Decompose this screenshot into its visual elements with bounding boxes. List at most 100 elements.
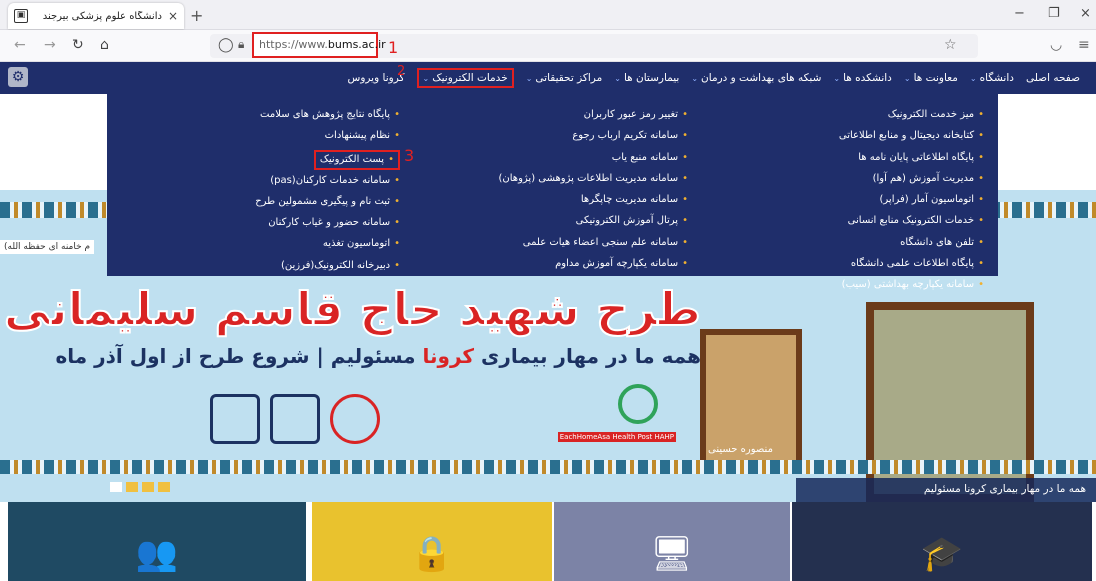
dropdown-item[interactable]: سامانه یکپارچه آموزش مداوم [499,253,689,274]
dropdown-item[interactable]: سامانه منبع یاب [499,147,689,168]
annotation-label-1: 1 [388,38,399,57]
site-menu-item-label: صفحه اصلی [1025,72,1080,84]
health-logo-text: EachHomeAsa Health Post HAHP [557,432,676,442]
portrait-caption: منصوره حسینی [708,444,773,455]
dropdown-item[interactable]: سامانه حضور و غیاب کارکنان [255,212,400,233]
dropdown-item[interactable]: سامانه مدیریت چاپگرها [499,189,689,210]
site-menu-item-label: معاونت ها [913,72,958,84]
dropdown-item[interactable]: مدیریت آموزش (هم آوا) [839,168,984,189]
site-favicon-icon: ▣ [14,9,28,23]
dropdown-item[interactable]: میز خدمت الکترونیک [839,104,984,125]
site-menu-item-label: مراکز تحقیقاتی [535,72,603,84]
dropdown-item[interactable]: سامانه علم سنجی اعضاء هیات علمی [499,232,689,253]
reload-icon[interactable]: ↻ [72,37,84,53]
close-window-button[interactable]: × [1080,6,1091,21]
annotation-label-3: 3 [404,146,415,165]
dropdown-item[interactable]: خدمات الکترونیک منابع انسانی [839,210,984,231]
dropdown-item[interactable]: ثبت نام و پیگیری مشمولین طرح [255,191,400,212]
dropdown-item[interactable]: تلفن های دانشگاه [839,232,984,253]
slider-dot[interactable] [158,482,170,492]
shield-icon[interactable]: ◯ [218,37,234,53]
chevron-down-icon: ⌄ [525,74,533,83]
browser-nav-bar: ← → ↻ ⌂ ◯ 🔒︎ https://www.bums.ac.ir ☆ ◡ … [0,30,1096,62]
hero-subtitle: همه ما در مهار بیماری کرونا مسئولیم | شر… [55,344,701,368]
site-menu-item-2[interactable]: معاونت ها⌄ [904,72,958,84]
dropdown-item[interactable]: پایگاه اطلاعاتی پایان نامه ها [839,147,984,168]
dropdown-column-middle: تغییر رمز عبور کاربرانسامانه تکریم ارباب… [499,104,689,274]
dropdown-item[interactable]: سامانه یکپارچه بهداشتی (سیب) [839,274,984,295]
emblem-icon [210,394,260,444]
users-icon: 👥 [135,534,179,574]
dropdown-item[interactable]: نظام پیشنهادات [255,125,400,146]
dropdown-item[interactable]: پرتال آموزش الکترونیکی [499,210,689,231]
site-menu-item-label: خدمات الکترونیک [432,72,508,84]
site-menu-item-3[interactable]: دانشکده ها⌄ [833,72,891,84]
dropdown-item[interactable]: کتابخانه دیجیتال و منابع اطلاعاتی [839,125,984,146]
dropdown-column-left: پایگاه نتایج پژوهش های سلامتنظام پیشنهاد… [255,104,400,276]
dropdown-item[interactable]: اتوماسیون تغذیه [255,233,400,254]
site-menu-item-0[interactable]: صفحه اصلی [1026,72,1080,84]
slider-dot[interactable] [142,482,154,492]
restore-button[interactable]: ❐ [1048,6,1060,21]
site-main-menu: ⚙ صفحه اصلی دانشگاه⌄ معاونت ها⌄ دانشکده ها⌄… [0,62,1096,94]
tab-title: دانشگاه علوم پزشکی بیرجند [42,10,162,22]
decorative-border-bottom [0,460,1096,474]
chevron-down-icon: ⌄ [903,74,911,83]
quick-tile-0[interactable]: 👥 [8,502,306,581]
site-menu-items: صفحه اصلی دانشگاه⌄ معاونت ها⌄ دانشکده ها⌄ شب… [348,62,1080,94]
site-menu-item-label: دانشکده ها [843,72,892,84]
electronic-services-dropdown: میز خدمت الکترونیککتابخانه دیجیتال و منا… [107,94,998,290]
chevron-down-icon: ⌄ [691,74,699,83]
site-menu-item-7[interactable]: خدمات الکترونیک⌄ [416,68,514,88]
slider-dots [110,482,170,492]
site-menu-item-8[interactable]: کرونا ویروس [348,72,405,84]
new-tab-button[interactable]: + [190,6,203,25]
red-crescent-icon [330,394,380,444]
graduation-cap-icon: 🎓 [920,534,964,574]
quick-tile-1[interactable]: 🔒 [312,502,552,581]
hero-left-label: م خامنه ای حفظه الله) [0,240,95,254]
site-menu-item-label: کرونا ویروس [347,72,405,84]
back-icon[interactable]: ← [14,37,26,53]
home-icon[interactable]: ⌂ [100,37,109,53]
dropdown-item[interactable]: سامانه تکریم ارباب رجوع [499,125,689,146]
url-text[interactable]: https://www.bums.ac.ir [259,38,386,51]
site-menu-item-label: بیمارستان ها [623,72,680,84]
mosque-emblem-icon [270,394,320,444]
dropdown-item[interactable]: دبیرخانه الکترونیک(فرزین) [255,255,400,276]
settings-gear-icon[interactable]: ⚙ [8,67,28,87]
dropdown-item[interactable]: پست الکترونیک [313,149,400,170]
minimize-button[interactable]: − [1014,6,1025,21]
dropdown-item[interactable]: تغییر رمز عبور کاربران [499,104,689,125]
pocket-icon[interactable]: ◡ [1050,37,1062,53]
chevron-down-icon: ⌄ [833,74,841,83]
forward-icon[interactable]: → [44,37,56,53]
lock-icon[interactable]: 🔒︎ [238,37,244,52]
site-menu-item-1[interactable]: دانشگاه⌄ [970,72,1014,84]
chevron-down-icon: ⌄ [969,74,977,83]
dropdown-item[interactable]: پایگاه نتایج پژوهش های سلامت [255,104,400,125]
dropdown-item[interactable]: سامانه مدیریت اطلاعات پژوهشی (پژوهان) [499,168,689,189]
chevron-down-icon: ⌄ [614,74,621,83]
browser-tab[interactable]: ▣ دانشگاه علوم پزشکی بیرجند × [8,3,184,29]
health-logo-icon [618,384,658,424]
site-menu-item-4[interactable]: شبکه های بهداشت و درمان⌄ [691,72,821,84]
menu-icon[interactable]: ≡ [1078,37,1090,53]
dropdown-item[interactable]: پایگاه اطلاعات علمی دانشگاه [839,253,984,274]
site-menu-item-5[interactable]: بیمارستان ها⌄ [614,72,679,84]
site-menu-item-label: شبکه های بهداشت و درمان [701,72,822,84]
site-menu-item-label: دانشگاه [979,72,1014,84]
quick-tile-3[interactable]: 🎓 [792,502,1092,581]
slider-dot[interactable] [110,482,122,492]
bookmark-star-icon[interactable]: ☆ [944,37,957,53]
slider-dot[interactable] [126,482,138,492]
tab-close-icon[interactable]: × [168,9,178,23]
dropdown-item[interactable]: سامانه خدمات کارکنان(pas) [255,170,400,191]
chevron-down-icon: ⌄ [422,74,430,83]
hero-title: طرح شهید حاج قاسم سلیمانی [3,281,702,337]
health-logo: EachHomeAsa Health Post HAHP [557,384,676,454]
site-menu-item-6[interactable]: مراکز تحقیقاتی⌄ [526,72,603,84]
dropdown-item[interactable]: اتوماسیون آمار (فراپر) [839,189,984,210]
presentation-icon: 🖥 [650,534,694,574]
quick-tile-2[interactable]: 🖥 [554,502,790,581]
